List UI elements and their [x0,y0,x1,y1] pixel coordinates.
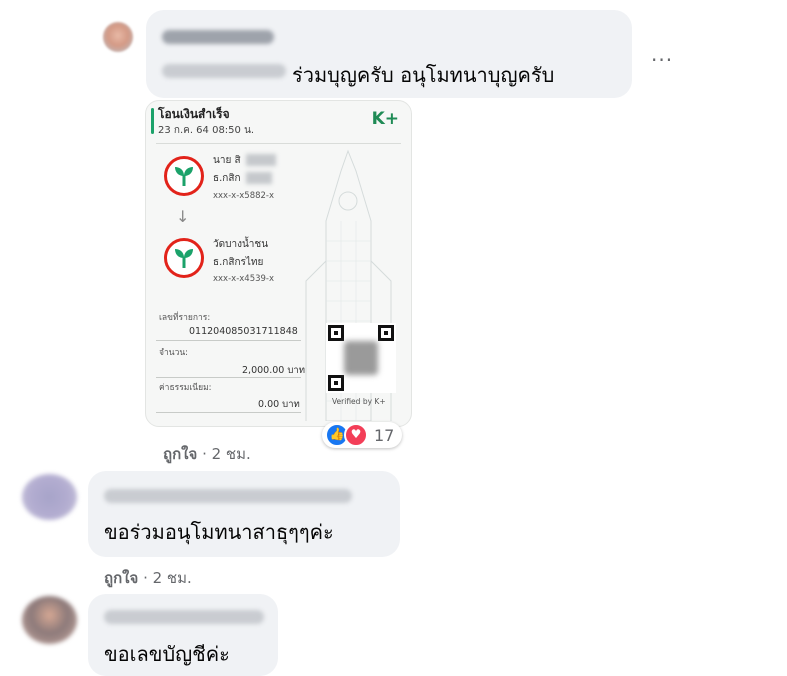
sender-bank: ธ.กสิก [213,173,241,184]
commenter-name-redacted [162,64,286,78]
commenter-name-redacted[interactable] [104,489,352,503]
comment-text: ขอร่วมอนุโมทนาสาธุๆๆค่ะ [104,520,334,544]
like-link[interactable]: ถูกใจ [163,445,197,463]
more-options-icon[interactable]: ··· [651,48,673,72]
amount-label: จำนวน: [159,348,189,358]
arrow-down-icon: ↓ [176,207,190,226]
avatar[interactable] [22,474,77,520]
reference-label: เลขที่รายการ: [159,313,211,323]
sender-bank-redacted [246,172,272,184]
reaction-count: 17 [374,425,395,445]
comment-time[interactable]: · 2 ชม. [202,445,251,463]
receiver-account: xxx-x-x4539-x [213,274,275,284]
divider [156,377,301,378]
comment-text: ขอเลขบัญชีค่ะ [104,642,230,666]
fee-value: 0.00 บาท [258,399,300,410]
kplus-logo: K+ [371,109,399,129]
divider [156,412,301,413]
commenter-name-redacted[interactable] [104,610,264,624]
divider [156,143,401,144]
comment-meta: ถูกใจ · 2 ชม. [104,566,192,590]
receiver-bank: ธ.กสิกรไทย [213,257,264,268]
reaction-summary[interactable]: 👍 ♥ 17 [322,422,403,448]
receiver-name: วัดบางน้ำชน [213,239,269,250]
slip-datetime: 23 ก.ค. 64 08:50 น. [158,125,255,136]
comment-text: ร่วมบุญครับ อนุโมทนาบุญครับ [292,63,555,87]
comment-time[interactable]: · 2 ชม. [143,569,192,587]
accent-bar [151,108,154,134]
like-link[interactable]: ถูกใจ [104,569,138,587]
kbank-logo-icon [164,156,204,196]
verified-label: Verified by K+ [332,397,386,406]
kbank-logo-icon [164,238,204,278]
fee-label: ค่าธรรมเนียม: [159,383,212,393]
divider [156,340,301,341]
avatar[interactable] [103,22,133,52]
sender-name-redacted [246,154,276,166]
amount-value: 2,000.00 บาท [242,365,305,376]
comment-meta: ถูกใจ · 2 ชม. [163,442,251,466]
transfer-slip-image[interactable]: โอนเงินสำเร็จ 23 ก.ค. 64 08:50 น. K+ นาย… [145,100,412,427]
slip-title: โอนเงินสำเร็จ [158,107,230,121]
qr-code [326,323,396,393]
avatar[interactable] [22,596,77,644]
commenter-name-redacted[interactable] [162,30,274,44]
sender-name: นาย สิ [213,155,241,166]
reference-value: 011204085031711848 [189,326,298,337]
love-icon: ♥ [344,423,368,447]
sender-account: xxx-x-x5882-x [213,191,275,201]
